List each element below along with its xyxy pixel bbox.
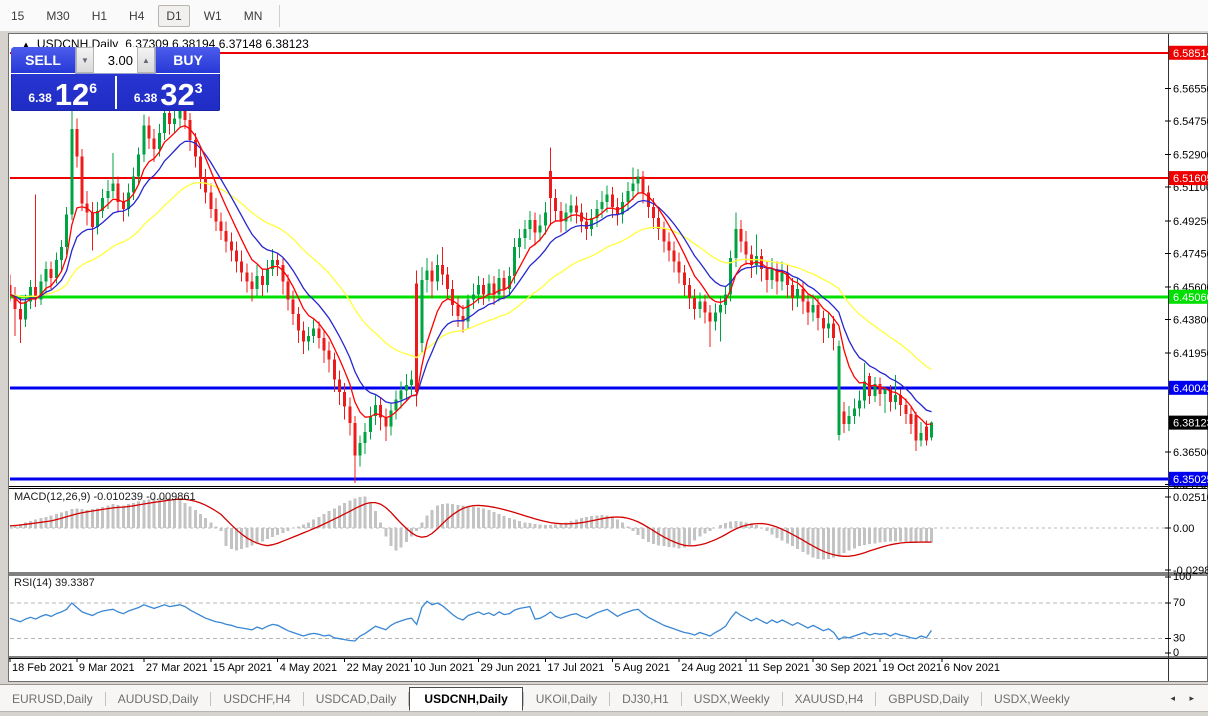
chart-tab-ukoil-daily[interactable]: UKOil,Daily [524, 688, 609, 710]
price-tick-label: 6.49250 [1173, 216, 1208, 228]
buy-button[interactable]: BUY [156, 47, 220, 74]
buy-price-big: 32 [160, 82, 194, 108]
price-tick-label: 6.52900 [1173, 150, 1208, 162]
tab-scroll-arrows[interactable]: ◂ ▸ [1170, 693, 1200, 704]
price-label-text: 6.58514 [1173, 48, 1208, 60]
volume-input[interactable]: 3.00 [94, 47, 137, 73]
moving-averages-layer [10, 126, 932, 425]
date-axis-label: 6 Nov 2021 [944, 662, 1000, 674]
date-axis-label: 22 May 2021 [347, 662, 411, 674]
macd-indicator-label: MACD(12,26,9) -0.010239 -0.009861 [14, 491, 196, 503]
price-tick-label: 6.36500 [1173, 447, 1208, 459]
date-axis: 18 Feb 2021 9 Mar 2021 27 Mar 2021 15 Apr 2… [10, 659, 1000, 675]
date-axis-label: 9 Mar 2021 [79, 662, 135, 674]
macd-axis-label: 0.00 [1173, 523, 1194, 535]
chart-tab-eurusd-daily[interactable]: EURUSD,Daily [0, 688, 105, 710]
price-label-text: 6.51605 [1173, 173, 1208, 185]
chart-tab-bar: EURUSD,DailyAUDUSD,DailyUSDCHF,H4USDCAD,… [0, 684, 1208, 712]
rsi-axis-label: 0 [1173, 647, 1179, 659]
ma-line-mid [10, 141, 932, 412]
date-axis-label: 27 Mar 2021 [146, 662, 208, 674]
status-strip [0, 711, 1208, 716]
date-axis-label: 17 Jul 2021 [547, 662, 604, 674]
sell-price-prefix: 6.38 [28, 91, 51, 105]
chart-tab-xauusd-h4[interactable]: XAUUSD,H4 [783, 688, 876, 710]
chart-tab-usdcnh-daily[interactable]: USDCNH,Daily [409, 687, 522, 711]
chart-tab-gbpusd-daily[interactable]: GBPUSD,Daily [876, 688, 981, 710]
buy-price-quote[interactable]: 6.38 32 3 [117, 74, 221, 111]
date-axis-label: 15 Apr 2021 [213, 662, 272, 674]
date-axis-label: 24 Aug 2021 [681, 662, 743, 674]
buy-price-pip: 3 [195, 80, 203, 96]
chart-tab-audusd-daily[interactable]: AUDUSD,Daily [106, 688, 211, 710]
price-tick-label: 6.56550 [1173, 83, 1208, 95]
sell-price-pip: 6 [89, 80, 97, 96]
chart-tab-usdx-weekly[interactable]: USDX,Weekly [682, 688, 782, 710]
rsi-line [10, 601, 932, 641]
volume-increase-icon[interactable]: ▲ [137, 47, 155, 73]
date-axis-label: 10 Jun 2021 [414, 662, 475, 674]
sell-price-quote[interactable]: 6.38 12 6 [11, 74, 115, 111]
price-label-text: 6.45060 [1173, 292, 1208, 304]
date-axis-label: 5 Aug 2021 [614, 662, 670, 674]
buy-price-prefix: 6.38 [134, 91, 157, 105]
price-label-text: 6.35025 [1173, 474, 1208, 486]
chart-tab-usdchf-h4[interactable]: USDCHF,H4 [211, 688, 302, 710]
macd-pane [10, 497, 1168, 560]
price-axis: 6.565506.547506.529006.511006.492506.474… [1165, 46, 1208, 492]
volume-decrease-icon[interactable]: ▼ [76, 47, 94, 73]
macd-axis-label: 0.025108 [1173, 492, 1208, 504]
rsi-axis-label: 70 [1173, 597, 1185, 609]
mt4-window: 15M30H1H4D1W1MN 6.565506.547506.529006.5… [0, 0, 1208, 716]
sell-button[interactable]: SELL [11, 47, 75, 74]
date-axis-label: 18 Feb 2021 [12, 662, 74, 674]
one-click-trading-panel: SELL ▼ 3.00 ▲ BUY 6.38 12 6 6.38 32 3 [11, 47, 220, 111]
rsi-pane [10, 601, 1168, 641]
rsi-indicator-label: RSI(14) 39.3387 [14, 577, 95, 589]
candles-layer [9, 98, 933, 483]
price-tick-label: 6.41950 [1173, 348, 1208, 360]
chart-tab-usdx-weekly[interactable]: USDX,Weekly [982, 688, 1082, 710]
chart-tab-dj30-h1[interactable]: DJ30,H1 [610, 688, 681, 710]
volume-spinner: ▼ 3.00 ▲ [75, 47, 156, 74]
price-label-text: 6.40042 [1173, 383, 1208, 395]
macd-axis: 0.0251080.00-0.029885 [1165, 492, 1208, 577]
date-axis-label: 11 Sep 2021 [748, 662, 810, 674]
date-axis-label: 29 Jun 2021 [480, 662, 541, 674]
date-axis-label: 30 Sep 2021 [815, 662, 877, 674]
date-axis-label: 4 May 2021 [280, 662, 337, 674]
rsi-axis-label: 30 [1173, 633, 1185, 645]
price-tick-label: 6.47450 [1173, 248, 1208, 260]
chart-tab-usdcad-daily[interactable]: USDCAD,Daily [304, 688, 409, 710]
price-tick-label: 6.43800 [1173, 315, 1208, 327]
sell-price-big: 12 [55, 82, 89, 108]
price-label-text: 6.38123 [1173, 418, 1208, 430]
rsi-axis-label: 100 [1173, 571, 1191, 583]
date-axis-label: 19 Oct 2021 [882, 662, 942, 674]
ma-line-fast [10, 126, 932, 425]
price-tick-label: 6.54750 [1173, 116, 1208, 128]
